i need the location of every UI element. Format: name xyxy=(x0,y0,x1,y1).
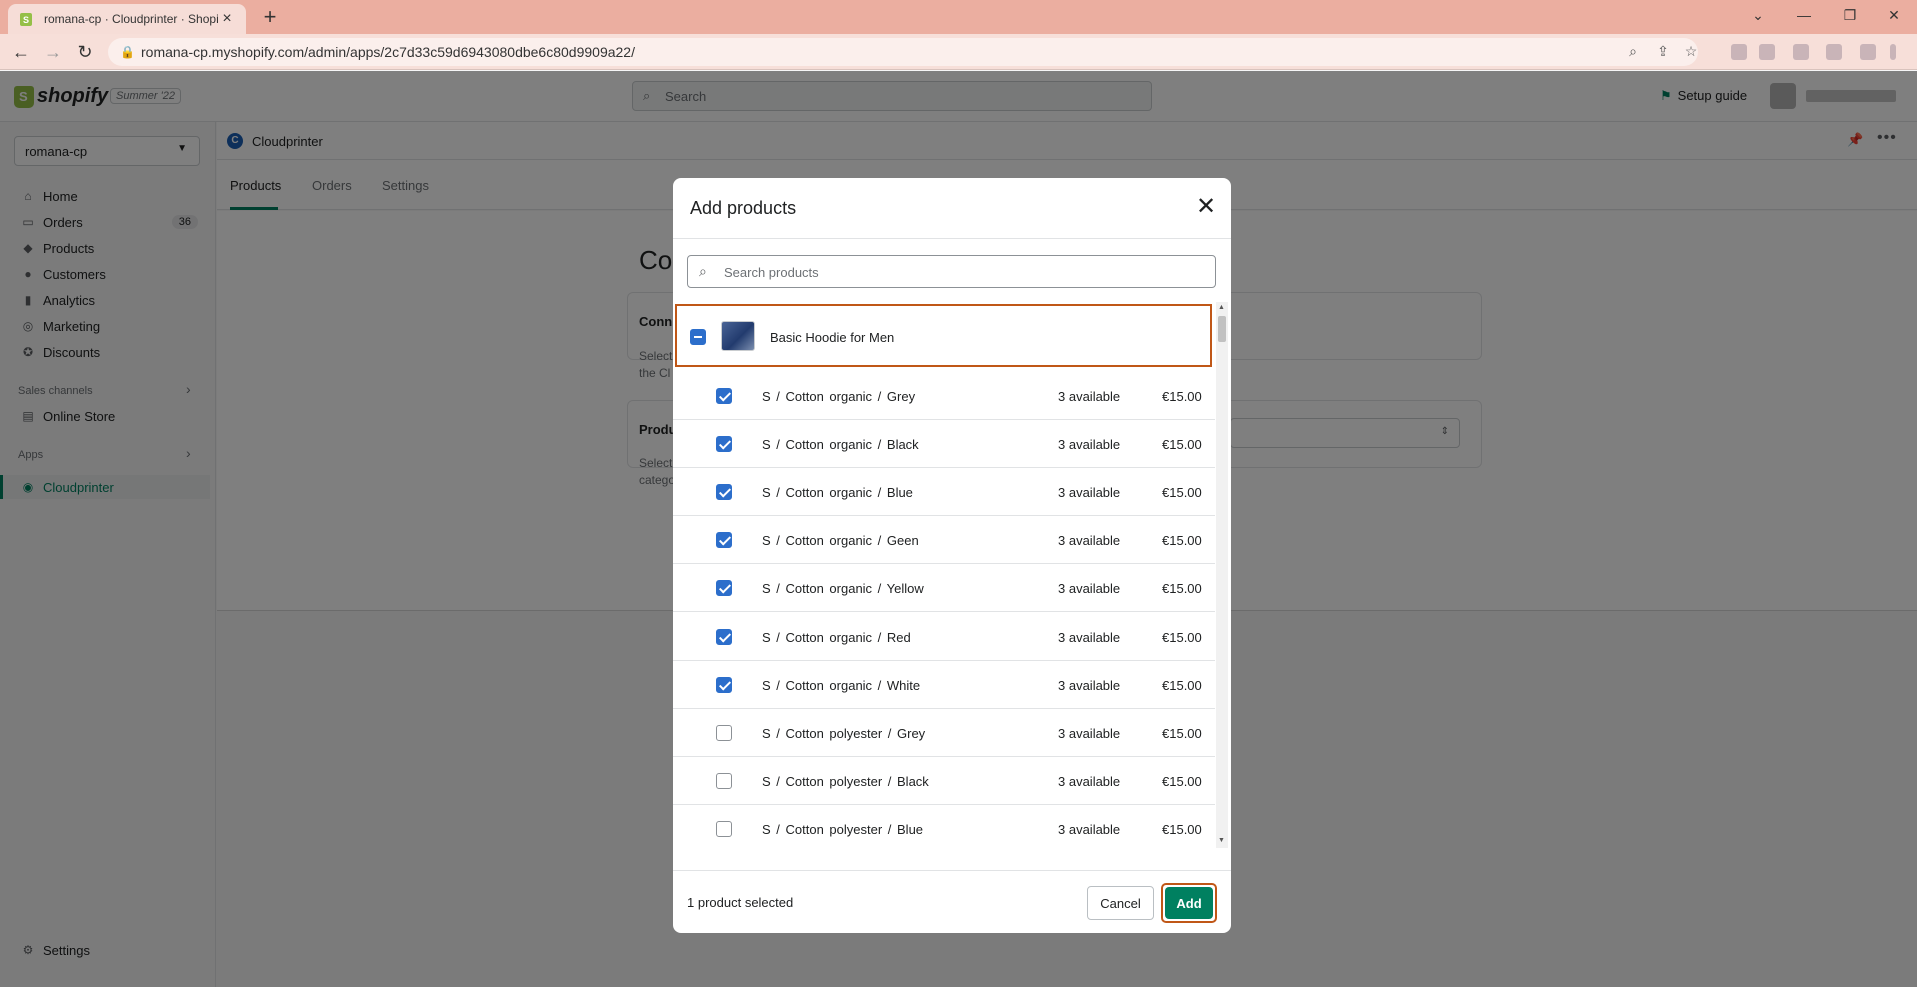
variant-availability: 3 available xyxy=(1058,533,1121,548)
variant-price: €15.00 xyxy=(1162,774,1202,789)
browser-tab[interactable]: S romana-cp · Cloudprinter · Shopi × xyxy=(8,4,246,34)
variant-checkbox[interactable] xyxy=(716,580,732,596)
extension-icon[interactable] xyxy=(1731,44,1747,60)
variant-row[interactable]: S / Cotton organic / Geen 3 available €15.… xyxy=(673,516,1215,564)
variant-availability: 3 available xyxy=(1058,726,1121,741)
variant-checkbox[interactable] xyxy=(716,532,732,548)
bookmark-star-icon[interactable]: ☆ xyxy=(1681,43,1701,60)
zoom-icon[interactable]: ⌕ xyxy=(1623,43,1643,60)
modal-header: Add products ✕ xyxy=(673,178,1231,239)
variant-checkbox[interactable] xyxy=(716,821,732,837)
svg-text:S: S xyxy=(23,15,29,25)
add-products-modal: Add products ✕ ⌕ Search products Basic H… xyxy=(673,178,1231,933)
scroll-up-icon[interactable]: ▲ xyxy=(1218,304,1225,311)
variant-checkbox[interactable] xyxy=(716,629,732,645)
variant-row[interactable]: S / Cotton organic / Yellow 3 available €1… xyxy=(673,564,1215,612)
browser-menu-icon[interactable] xyxy=(1890,44,1896,60)
variant-row[interactable]: S / Cotton polyester / Black 3 available €… xyxy=(673,757,1215,805)
share-icon[interactable]: ⇪ xyxy=(1653,43,1673,60)
variant-name: S / Cotton polyester / Black xyxy=(762,774,929,789)
variant-price: €15.00 xyxy=(1162,630,1202,645)
search-icon: ⌕ xyxy=(699,263,707,279)
variant-price: €15.00 xyxy=(1162,437,1202,452)
variant-name: S / Cotton organic / Black xyxy=(762,437,919,452)
close-tab-icon[interactable]: × xyxy=(218,10,236,28)
add-button[interactable]: Add xyxy=(1165,887,1213,919)
lock-icon[interactable]: 🔒 xyxy=(120,45,135,59)
variant-price: €15.00 xyxy=(1162,485,1202,500)
variant-row[interactable]: S / Cotton polyester / Grey 3 available €1… xyxy=(673,709,1215,757)
variant-name: S / Cotton organic / Yellow xyxy=(762,581,924,596)
scroll-thumb[interactable] xyxy=(1218,316,1226,342)
close-window-icon[interactable]: ✕ xyxy=(1871,0,1917,30)
variant-name: S / Cotton polyester / Grey xyxy=(762,726,926,741)
product-thumbnail xyxy=(721,321,755,351)
url-text: romana-cp.myshopify.com/admin/apps/2c7d3… xyxy=(141,44,635,60)
variant-checkbox[interactable] xyxy=(716,725,732,741)
shopify-favicon-icon: S xyxy=(20,13,32,26)
variant-name: S / Cotton organic / White xyxy=(762,678,921,693)
variant-checkbox[interactable] xyxy=(716,773,732,789)
minimize-icon[interactable]: — xyxy=(1781,0,1827,30)
variant-checkbox[interactable] xyxy=(716,388,732,404)
variant-availability: 3 available xyxy=(1058,485,1121,500)
product-checkbox[interactable] xyxy=(690,329,706,345)
variant-price: €15.00 xyxy=(1162,822,1202,837)
search-products-input[interactable]: ⌕ Search products xyxy=(687,255,1216,288)
profile-icon[interactable] xyxy=(1860,44,1876,60)
variant-price: €15.00 xyxy=(1162,533,1202,548)
variant-checkbox[interactable] xyxy=(716,677,732,693)
browser-tabbar: S romana-cp · Cloudprinter · Shopi × + ⌄… xyxy=(0,0,1917,34)
variant-availability: 3 available xyxy=(1058,437,1121,452)
variant-availability: 3 available xyxy=(1058,581,1121,596)
variant-name: S / Cotton organic / Red xyxy=(762,630,911,645)
extension-icon[interactable] xyxy=(1759,44,1775,60)
scrollbar[interactable]: ▲ ▼ xyxy=(1216,302,1228,848)
cancel-button[interactable]: Cancel xyxy=(1087,886,1154,920)
variant-row[interactable]: S / Cotton organic / Red 3 available €15.0… xyxy=(673,613,1215,661)
extension-icon[interactable] xyxy=(1826,44,1842,60)
variant-availability: 3 available xyxy=(1058,630,1121,645)
variant-row[interactable]: S / Cotton organic / Black 3 available €15… xyxy=(673,420,1215,468)
variant-availability: 3 available xyxy=(1058,678,1121,693)
selected-count: 1 product selected xyxy=(687,895,794,910)
variant-row[interactable]: S / Cotton polyester / Blue 3 available €1… xyxy=(673,805,1215,848)
variant-name: S / Cotton organic / Blue xyxy=(762,485,913,500)
scroll-down-icon[interactable]: ▼ xyxy=(1218,837,1225,844)
variant-availability: 3 available xyxy=(1058,389,1121,404)
forward-icon[interactable]: → xyxy=(40,39,66,65)
extension-icon[interactable] xyxy=(1793,44,1809,60)
product-list[interactable]: Basic Hoodie for Men S / Cotton organic … xyxy=(673,302,1215,848)
variant-row[interactable]: S / Cotton organic / White 3 available €15… xyxy=(673,661,1215,709)
back-icon[interactable]: ← xyxy=(8,39,34,65)
variant-checkbox[interactable] xyxy=(716,484,732,500)
product-row[interactable]: Basic Hoodie for Men xyxy=(675,304,1212,367)
reload-icon[interactable]: ↻ xyxy=(72,39,98,65)
variant-name: S / Cotton polyester / Blue xyxy=(762,822,924,837)
close-icon[interactable]: ✕ xyxy=(1191,192,1221,222)
variant-price: €15.00 xyxy=(1162,581,1202,596)
variant-price: €15.00 xyxy=(1162,389,1202,404)
variant-row[interactable]: S / Cotton organic / Blue 3 available €15.… xyxy=(673,468,1215,516)
browser-toolbar: ← → ↻ 🔒 romana-cp.myshopify.com/admin/ap… xyxy=(0,34,1917,70)
variant-price: €15.00 xyxy=(1162,678,1202,693)
variant-availability: 3 available xyxy=(1058,774,1121,789)
variant-availability: 3 available xyxy=(1058,822,1121,837)
modal-title: Add products xyxy=(690,198,797,218)
restore-icon[interactable]: ❐ xyxy=(1827,0,1873,30)
new-tab-icon[interactable]: + xyxy=(258,5,282,29)
tab-title: romana-cp · Cloudprinter · Shopi xyxy=(44,12,218,26)
variant-price: €15.00 xyxy=(1162,726,1202,741)
address-bar[interactable]: 🔒 romana-cp.myshopify.com/admin/apps/2c7… xyxy=(108,38,1698,66)
tab-search-icon[interactable]: ⌄ xyxy=(1735,0,1781,30)
variant-name: S / Cotton organic / Grey xyxy=(762,389,916,404)
variant-name: S / Cotton organic / Geen xyxy=(762,533,919,548)
add-button-focus-ring: Add xyxy=(1161,883,1217,923)
variant-row[interactable]: S / Cotton organic / Grey 3 available €15.… xyxy=(673,372,1215,420)
variant-checkbox[interactable] xyxy=(716,436,732,452)
product-name: Basic Hoodie for Men xyxy=(770,330,895,345)
modal-footer: 1 product selected Cancel Add xyxy=(673,870,1231,933)
